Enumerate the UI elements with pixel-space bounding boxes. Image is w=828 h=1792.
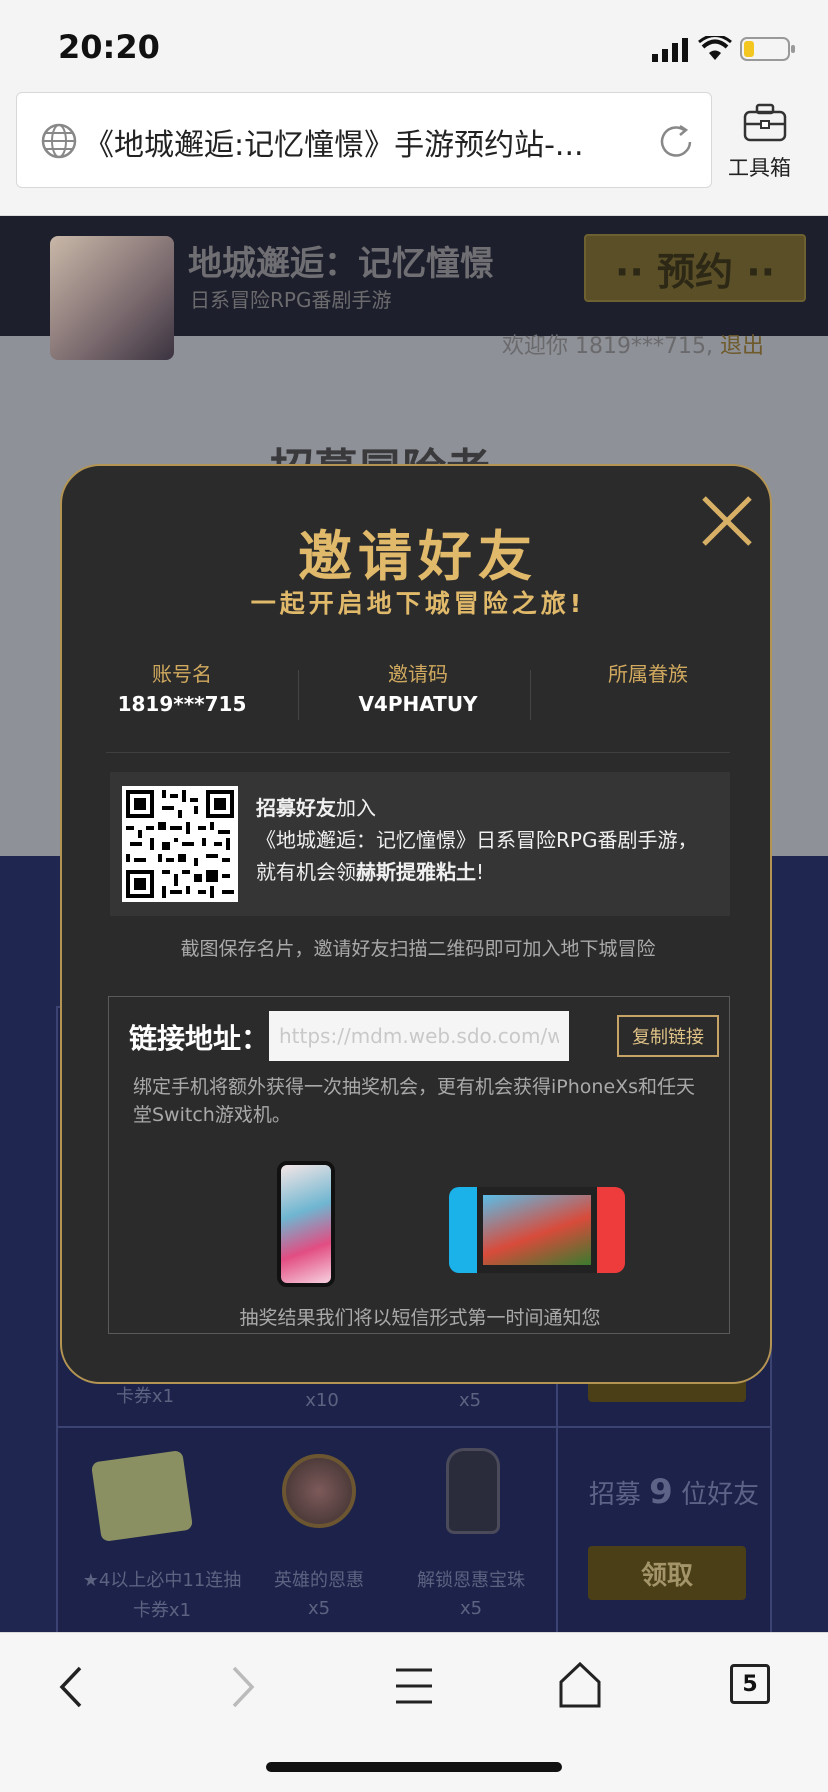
wifi-icon: [698, 36, 732, 60]
welcome-user: 欢迎你 1819***715,: [502, 334, 713, 359]
iphone-image: [277, 1161, 335, 1287]
link-label: 链接地址：: [129, 1022, 270, 1055]
forward-icon[interactable]: [222, 1662, 262, 1712]
home-indicator: [266, 1762, 562, 1772]
goal-suffix: 位好友: [681, 1480, 760, 1510]
modal-subtitle: 一起开启地下城冒险之旅!: [250, 589, 586, 618]
qr-line-3-pre: 就有机会领: [256, 860, 356, 884]
info-divider: [530, 670, 531, 720]
qr-line-1-bold: 招募好友: [256, 796, 336, 820]
home-icon[interactable]: [556, 1660, 604, 1710]
qr-code: [122, 786, 238, 902]
switch-screen: [483, 1195, 591, 1265]
signal-icon: [652, 38, 688, 62]
reserve-button[interactable]: ·· 预约 ··: [584, 234, 806, 302]
close-icon[interactable]: [698, 492, 756, 550]
family-label: 所属眷族: [608, 662, 688, 686]
info-divider: [298, 670, 299, 720]
hero-blessing-icon: [282, 1454, 356, 1528]
page-title[interactable]: 《地城邂逅:记忆憧憬》手游预约站-...: [84, 120, 644, 164]
qr-line-1: 招募好友加入: [256, 792, 726, 824]
qr-line-2: 《地城邂逅：记忆憧憬》日系冒险RPG番剧手游，: [256, 828, 698, 852]
back-icon[interactable]: [52, 1662, 92, 1712]
row2-item1-qty: 卡券x1: [132, 1600, 192, 1621]
row2-item3-qty: x5: [459, 1598, 483, 1619]
row2-item2-name: 英雄的恩惠: [274, 1570, 364, 1591]
bind-phone-text: 绑定手机将额外获得一次抽奖机会，更有机会获得iPhoneXs和任天堂Switch…: [133, 1076, 696, 1126]
qr-card: 招募好友加入 《地城邂逅：记忆憧憬》日系冒险RPG番剧手游， 就有机会领赫斯提雅…: [110, 772, 730, 916]
switch-image: [449, 1187, 625, 1273]
row1-item1-qty: 卡券x1: [115, 1386, 175, 1407]
divider: [106, 752, 730, 753]
link-section: 链接地址： 复制链接 绑定手机将额外获得一次抽奖机会，更有机会获得iPhoneX…: [108, 996, 730, 1334]
link-input[interactable]: [269, 1011, 569, 1061]
row1-item3-qty: x5: [458, 1390, 482, 1411]
battery-icon: [740, 37, 795, 61]
logout-link[interactable]: 退出: [720, 334, 764, 359]
invite-code-label: 邀请码: [388, 662, 448, 686]
row2-item2-qty: x5: [307, 1598, 331, 1619]
game-name: 地城邂逅：记忆憧憬: [188, 244, 494, 284]
modal-title: 邀请好友: [298, 525, 538, 588]
recruit-goal: 招募 9 位好友: [576, 1472, 772, 1512]
gacha-ticket-icon: [90, 1449, 194, 1543]
row2-item3-name: 解锁恩惠宝珠: [417, 1570, 525, 1591]
switch-left-joycon: [449, 1187, 477, 1273]
account-value: 1819***715: [117, 692, 247, 716]
reload-icon[interactable]: [656, 122, 696, 162]
goal-prefix: 招募: [588, 1480, 641, 1510]
claim-button[interactable]: 领取: [588, 1546, 746, 1600]
globe-icon: [41, 123, 77, 159]
toolbox-label: 工具箱: [728, 156, 791, 180]
game-thumbnail: [50, 236, 174, 360]
row-divider: [56, 1426, 772, 1428]
welcome-text: 欢迎你 1819***715, 退出: [502, 328, 764, 360]
menu-icon[interactable]: [392, 1664, 436, 1708]
lottery-note: 抽奖结果我们将以短信形式第一时间通知您: [239, 1307, 601, 1329]
qr-line-3-bold: 赫斯提雅粘土: [356, 860, 476, 884]
toolbox-icon: [743, 103, 787, 142]
invite-modal: 邀请好友 一起开启地下城冒险之旅! 账号名 1819***715 邀请码 V4P…: [60, 464, 772, 1384]
copy-link-button[interactable]: 复制链接: [617, 1015, 719, 1057]
account-label: 账号名: [152, 662, 212, 686]
row2-item1-name: ★4以上必中11连抽: [82, 1570, 242, 1591]
save-tip: 截图保存名片，邀请好友扫描二维码即可加入地下城冒险: [180, 938, 656, 960]
row1-item2-qty: x10: [305, 1390, 339, 1411]
blessing-orb-icon: [446, 1448, 500, 1534]
qr-line-3-post: !: [476, 860, 485, 884]
qr-line-3: 就有机会领赫斯提雅粘土!: [256, 856, 726, 888]
status-time: 20:20: [58, 28, 160, 66]
qr-line-1-rest: 加入: [336, 796, 376, 820]
tabs-button[interactable]: 5: [730, 1664, 770, 1704]
switch-right-joycon: [597, 1187, 625, 1273]
qr-text: 招募好友加入 《地城邂逅：记忆憧憬》日系冒险RPG番剧手游， 就有机会领赫斯提雅…: [256, 792, 726, 888]
status-bar: 20:20: [0, 0, 828, 90]
invite-code-value: V4PHATUY: [358, 692, 478, 716]
goal-number: 9: [649, 1472, 673, 1512]
game-subtitle: 日系冒险RPG番剧手游: [190, 288, 392, 312]
